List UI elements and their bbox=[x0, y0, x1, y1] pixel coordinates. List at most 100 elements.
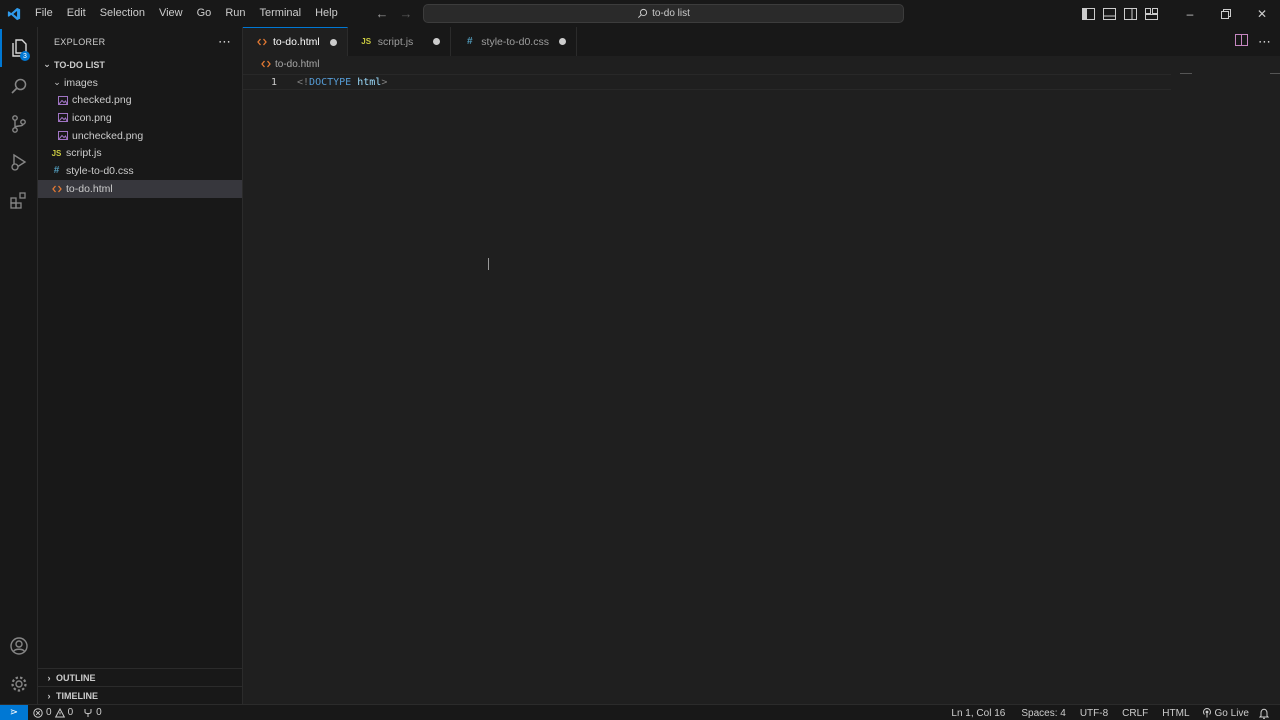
activity-bar: 3 bbox=[0, 27, 38, 704]
code-token-keyword: DOCTYPE bbox=[309, 76, 352, 88]
toggle-primary-sidebar-icon[interactable] bbox=[1078, 0, 1099, 27]
menu-run[interactable]: Run bbox=[218, 0, 252, 27]
menu-help[interactable]: Help bbox=[308, 0, 345, 27]
more-actions-icon[interactable]: ⋯ bbox=[1258, 34, 1272, 50]
html-file-icon bbox=[255, 38, 268, 46]
editor-actions: ⋯ bbox=[1235, 27, 1272, 56]
tree-item-script-js[interactable]: JS script.js bbox=[38, 144, 242, 162]
go-live-button[interactable]: Go Live bbox=[1197, 708, 1254, 719]
ports-icon bbox=[84, 708, 92, 717]
menu-view[interactable]: View bbox=[152, 0, 190, 27]
explorer-header: EXPLORER ⋯ bbox=[38, 27, 242, 56]
chevron-down-icon: ⌄ bbox=[43, 59, 51, 70]
back-arrow-icon[interactable]: ← bbox=[374, 6, 390, 22]
code-line[interactable]: 1 <!DOCTYPE html> bbox=[243, 74, 1171, 90]
javascript-file-icon: JS bbox=[51, 148, 62, 158]
language-mode[interactable]: HTML bbox=[1157, 708, 1194, 719]
menu-go[interactable]: Go bbox=[190, 0, 219, 27]
account-icon[interactable] bbox=[0, 627, 38, 665]
root-folder-label: TO-DO LIST bbox=[54, 59, 105, 70]
problems-indicator[interactable]: 0 0 bbox=[28, 707, 78, 718]
tree-item-unchecked-png[interactable]: unchecked.png bbox=[38, 127, 242, 145]
tree-item-style-css[interactable]: # style-to-d0.css bbox=[38, 162, 242, 180]
html-file-icon bbox=[50, 185, 63, 193]
notifications-bell-icon[interactable] bbox=[1254, 708, 1274, 719]
code-editor[interactable]: 1 <!DOCTYPE html> bbox=[243, 72, 1280, 704]
restore-icon[interactable] bbox=[1208, 0, 1244, 27]
minimize-icon[interactable]: – bbox=[1172, 0, 1208, 27]
html-file-icon bbox=[259, 60, 272, 68]
files-icon[interactable]: 3 bbox=[0, 29, 38, 67]
menu-bar: File Edit Selection View Go Run Terminal… bbox=[28, 0, 345, 27]
encoding[interactable]: UTF-8 bbox=[1075, 708, 1113, 719]
chevron-right-icon: › bbox=[47, 690, 51, 701]
source-control-icon[interactable] bbox=[0, 105, 38, 143]
remote-icon[interactable]: ⋗ bbox=[0, 704, 28, 720]
tree-item-icon-png[interactable]: icon.png bbox=[38, 109, 242, 127]
unsaved-dot-icon[interactable] bbox=[558, 38, 566, 45]
line-ending[interactable]: CRLF bbox=[1117, 708, 1153, 719]
extensions-icon[interactable] bbox=[0, 181, 38, 219]
ports-count: 0 bbox=[96, 707, 102, 718]
menu-terminal[interactable]: Terminal bbox=[253, 0, 309, 27]
root-folder[interactable]: ⌄ TO-DO LIST bbox=[38, 56, 242, 74]
tree-item-images[interactable]: ⌄ images bbox=[38, 74, 242, 92]
tree-item-label: to-do.html bbox=[66, 182, 113, 195]
command-center-search[interactable]: to-do list bbox=[423, 4, 904, 23]
warning-count: 0 bbox=[67, 707, 74, 718]
title-bar-controls: – ✕ bbox=[1078, 0, 1280, 27]
minimap[interactable] bbox=[1180, 73, 1192, 74]
menu-selection[interactable]: Selection bbox=[93, 0, 152, 27]
unsaved-dot-icon[interactable] bbox=[433, 38, 441, 45]
indentation[interactable]: Spaces: 4 bbox=[1016, 708, 1070, 719]
scrollbar[interactable] bbox=[1270, 73, 1280, 74]
manage-gear-icon[interactable] bbox=[0, 665, 38, 703]
more-actions-icon[interactable]: ⋯ bbox=[218, 34, 232, 50]
menu-edit[interactable]: Edit bbox=[60, 0, 93, 27]
split-editor-icon[interactable] bbox=[1235, 34, 1248, 49]
error-icon bbox=[33, 707, 43, 718]
tab-label: to-do.html bbox=[273, 36, 320, 48]
outline-section[interactable]: › OUTLINE bbox=[38, 668, 242, 686]
status-bar: ⋗ 0 0 0 Ln 1, Col 16 Spaces: 4 UTF-8 CRL… bbox=[0, 704, 1280, 720]
tree-item-label: style-to-d0.css bbox=[66, 164, 134, 177]
search-icon bbox=[638, 8, 648, 18]
image-file-icon bbox=[56, 131, 69, 141]
image-file-icon bbox=[56, 113, 69, 123]
tab-label: script.js bbox=[377, 35, 414, 48]
run-debug-icon[interactable] bbox=[0, 143, 38, 181]
javascript-file-icon: JS bbox=[361, 37, 372, 46]
code-text: <!DOCTYPE html> bbox=[297, 77, 387, 88]
toggle-panel-icon[interactable] bbox=[1099, 0, 1120, 27]
code-token-punct: <! bbox=[297, 76, 310, 88]
tree-item-to-do-html[interactable]: to-do.html bbox=[38, 179, 242, 198]
tab-to-do-html[interactable]: to-do.html bbox=[243, 27, 348, 56]
tree-item-label: images bbox=[64, 76, 98, 89]
code-token-punct: > bbox=[381, 76, 388, 88]
toggle-secondary-sidebar-icon[interactable] bbox=[1120, 0, 1141, 27]
breadcrumb-file[interactable]: to-do.html bbox=[275, 59, 319, 70]
menu-file[interactable]: File bbox=[28, 0, 60, 27]
tab-style-css[interactable]: # style-to-d0.css bbox=[451, 27, 577, 56]
tree-item-label: script.js bbox=[66, 147, 102, 160]
tree-item-label: checked.png bbox=[72, 94, 132, 107]
vscode-logo-icon bbox=[0, 0, 28, 27]
customize-layout-icon[interactable] bbox=[1141, 0, 1162, 27]
unsaved-dot-icon[interactable] bbox=[329, 38, 337, 46]
tree-item-checked-png[interactable]: checked.png bbox=[38, 91, 242, 109]
mouse-cursor bbox=[488, 258, 489, 270]
tab-script-js[interactable]: JS script.js bbox=[347, 27, 452, 56]
title-bar: File Edit Selection View Go Run Terminal… bbox=[0, 0, 1280, 27]
sidebar-bottom-sections: › OUTLINE › TIMELINE bbox=[38, 668, 242, 704]
chevron-right-icon: › bbox=[47, 672, 51, 683]
error-count: 0 bbox=[46, 707, 52, 718]
search-icon[interactable] bbox=[0, 67, 38, 105]
cursor-position[interactable]: Ln 1, Col 16 bbox=[946, 708, 1010, 719]
close-icon[interactable]: ✕ bbox=[1244, 0, 1280, 27]
forward-arrow-icon[interactable]: → bbox=[398, 6, 414, 22]
timeline-section[interactable]: › TIMELINE bbox=[38, 686, 242, 704]
css-file-icon: # bbox=[53, 165, 60, 177]
tree-item-label: icon.png bbox=[72, 111, 112, 124]
ports-indicator[interactable]: 0 bbox=[78, 707, 107, 718]
navigation-arrows: ← → bbox=[374, 0, 414, 27]
